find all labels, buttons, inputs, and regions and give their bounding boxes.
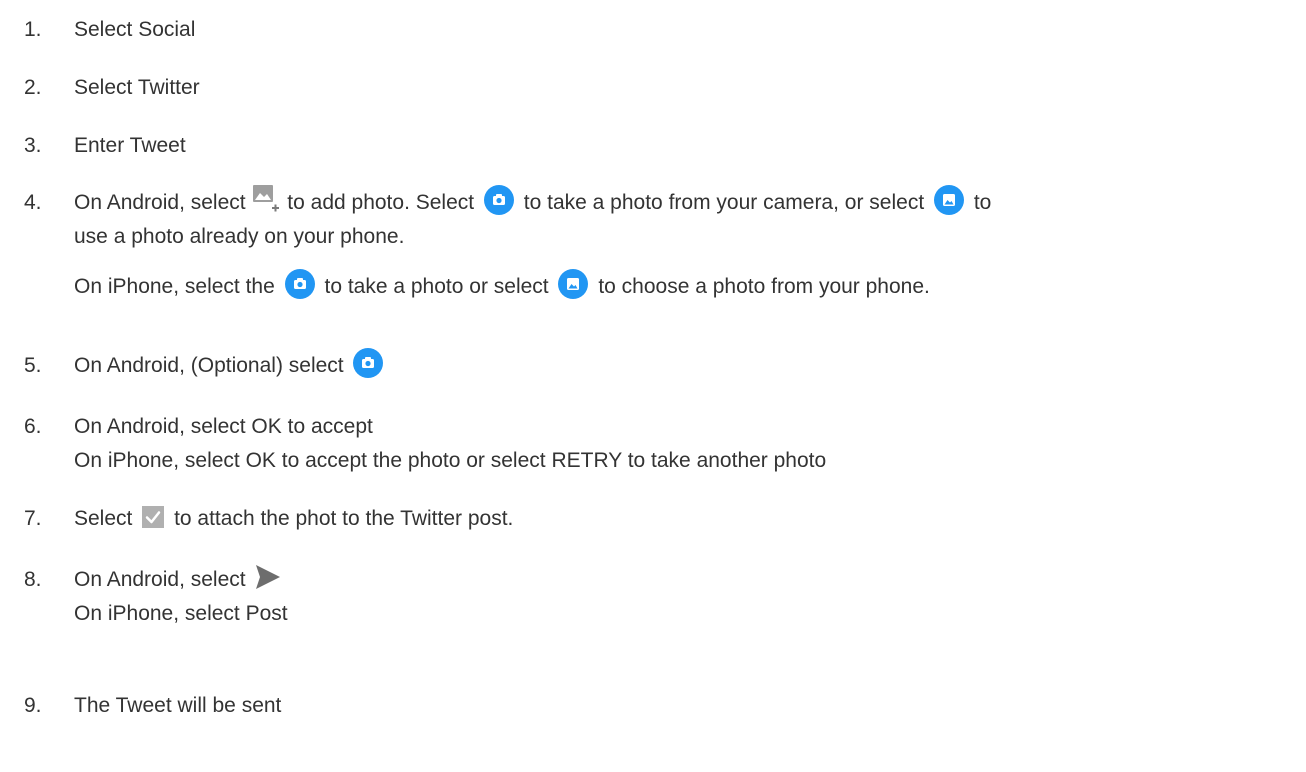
step-text: The Tweet will be sent [74,694,282,717]
step-text: On iPhone, select OK to accept the photo… [74,449,827,472]
gallery-icon [934,185,964,216]
step-body: On Android, select to add photo. Select [74,185,1289,304]
step-number: 6. [24,415,42,438]
step-text: to [973,191,992,214]
camera-icon [483,185,514,216]
step-body: On Android, (Optional) select [74,348,1289,383]
step-text: to choose a photo from your phone. [598,275,930,298]
step-text: use a photo already on your phone. [74,225,405,248]
step-text: to add photo. Select [287,191,475,214]
android-line: On Android, select to add photo. Select [74,185,1289,220]
step-number: 4. [24,191,42,214]
send-icon [255,564,281,590]
step-number: 9. [24,694,42,717]
step-text: On iPhone, select the [74,275,275,298]
camera-icon [353,348,384,379]
step-number: 2. [24,76,42,99]
step-body: On Android, select OK to accept On iPhon… [74,410,1289,478]
step-text: On Android, select [74,568,246,591]
android-line: On Android, select [74,563,1289,597]
camera-icon [284,269,315,300]
step-body: On Android, select On iPhone, select Pos… [74,563,1289,631]
step-text: Select Social [74,18,196,41]
step-number: 3. [24,134,42,157]
check-icon [142,505,165,529]
step-text: to take a photo or select [324,275,549,298]
step-text: to attach the phot to the Twitter post. [174,507,514,530]
step-text: On Android, (Optional) select [74,354,344,377]
step-text: On Android, select [74,191,246,214]
gallery-icon [558,269,589,300]
step-text: On Android, select OK to accept [74,415,373,438]
iphone-line: On iPhone, select the to take a photo or… [74,269,1289,304]
step-text: Select [74,507,133,530]
step-number: 1. [24,18,42,41]
step-text: Select Twitter [74,76,200,99]
add-photo-icon [253,185,280,215]
step-text: On iPhone, select Post [74,602,288,625]
step-number: 5. [24,354,42,377]
step-body: Select to attach the phot to the Twitter… [74,502,1289,536]
step-text: Enter Tweet [74,134,186,157]
step-number: 8. [24,568,42,591]
step-number: 7. [24,507,42,530]
step-text: to take a photo from your camera, or sel… [523,191,925,214]
